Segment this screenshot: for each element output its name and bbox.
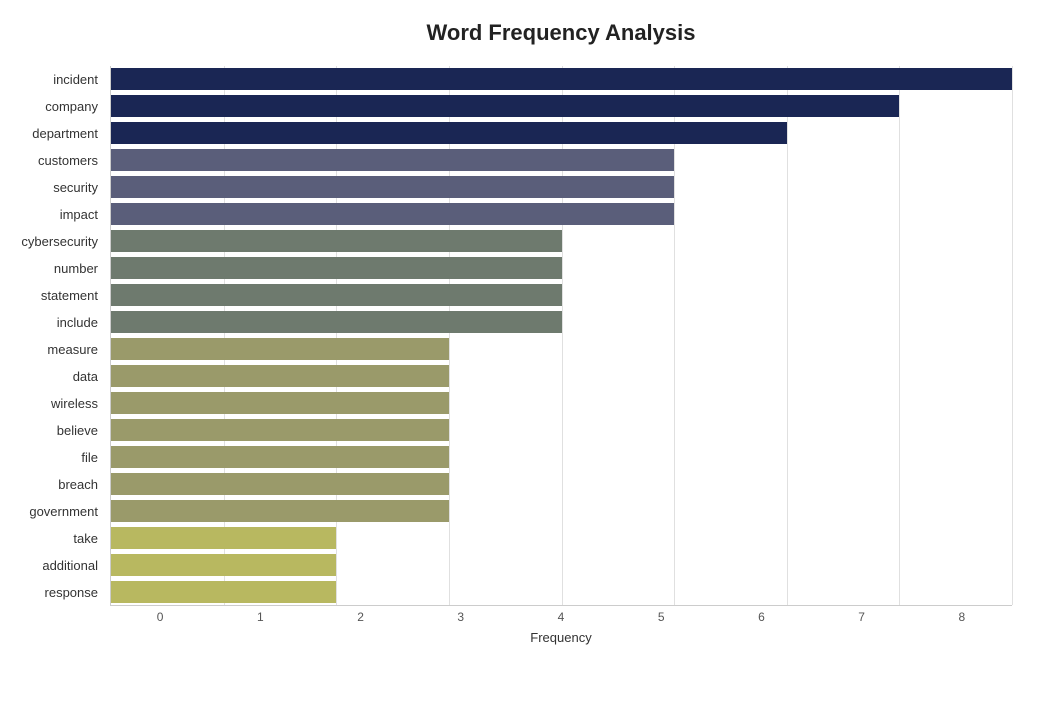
bar-row: breach [111,471,1012,497]
bar-row: incident [111,66,1012,92]
bar [111,527,336,549]
bar-label: measure [0,342,106,357]
chart-area: incidentcompanydepartmentcustomerssecuri… [110,66,1012,636]
bar [111,176,674,198]
bar [111,392,449,414]
bar [111,68,1012,90]
bar-label: security [0,180,106,195]
bar-label: take [0,531,106,546]
x-tick: 0 [110,610,210,624]
x-tick: 7 [812,610,912,624]
bar [111,473,449,495]
bar [111,203,674,225]
bar-row: company [111,93,1012,119]
bar-row: impact [111,201,1012,227]
chart-title: Word Frequency Analysis [110,20,1012,46]
bar [111,122,787,144]
bar-label: statement [0,288,106,303]
bar [111,257,562,279]
bar-row: additional [111,552,1012,578]
bar-label: incident [0,72,106,87]
bar-label: file [0,450,106,465]
bar-label: wireless [0,396,106,411]
bar-label: additional [0,558,106,573]
bar-row: wireless [111,390,1012,416]
bar-label: company [0,99,106,114]
bar-row: government [111,498,1012,524]
bar-label: response [0,585,106,600]
x-axis: 012345678 [110,610,1012,624]
bar-row: take [111,525,1012,551]
bar-row: file [111,444,1012,470]
x-axis-label: Frequency [110,630,1012,645]
bar-row: response [111,579,1012,605]
bar [111,365,449,387]
bar-row: measure [111,336,1012,362]
bar-label: government [0,504,106,519]
bar-label: department [0,126,106,141]
x-tick: 5 [611,610,711,624]
x-tick: 6 [711,610,811,624]
bar-row: data [111,363,1012,389]
bar-row: customers [111,147,1012,173]
bar-label: data [0,369,106,384]
bar-row: believe [111,417,1012,443]
bar [111,581,336,603]
bar-row: number [111,255,1012,281]
bar [111,95,899,117]
bar-row: statement [111,282,1012,308]
bar-label: customers [0,153,106,168]
bar-row: include [111,309,1012,335]
bar-label: cybersecurity [0,234,106,249]
x-tick: 2 [310,610,410,624]
bar [111,446,449,468]
x-tick: 4 [511,610,611,624]
bar [111,500,449,522]
bar [111,149,674,171]
bar [111,311,562,333]
x-tick: 1 [210,610,310,624]
bar-label: number [0,261,106,276]
bar [111,284,562,306]
bar [111,338,449,360]
bar-label: include [0,315,106,330]
bars-wrapper: incidentcompanydepartmentcustomerssecuri… [110,66,1012,606]
chart-container: Word Frequency Analysis incidentcompanyd… [0,0,1052,701]
bar [111,554,336,576]
bar-label: breach [0,477,106,492]
bar [111,230,562,252]
bar-row: security [111,174,1012,200]
bar-row: cybersecurity [111,228,1012,254]
x-tick: 8 [912,610,1012,624]
x-tick: 3 [411,610,511,624]
bar [111,419,449,441]
bar-row: department [111,120,1012,146]
bar-label: impact [0,207,106,222]
bar-label: believe [0,423,106,438]
